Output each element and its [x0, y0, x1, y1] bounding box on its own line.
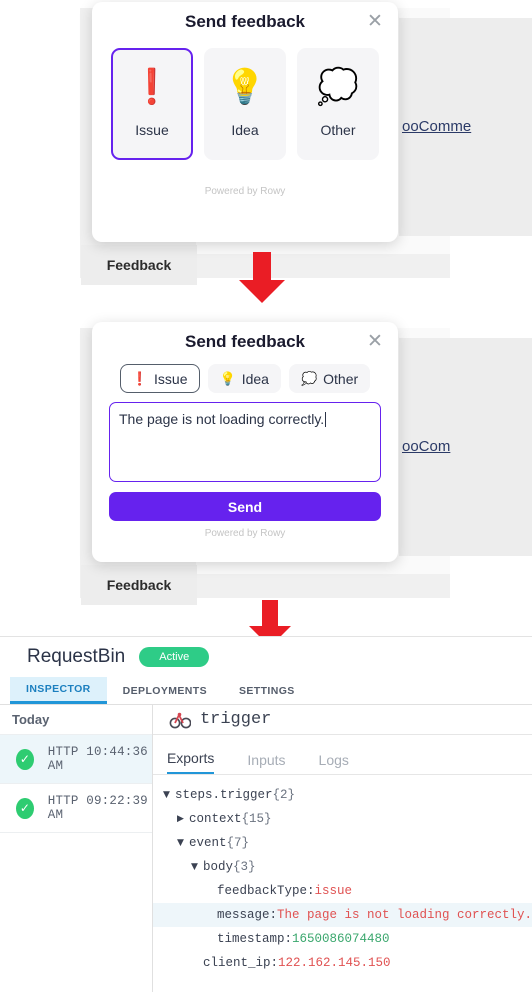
- down-arrow-1: [237, 252, 287, 304]
- step-name: trigger: [199, 710, 272, 729]
- feedback-chip-other[interactable]: 💭 Other: [288, 364, 371, 393]
- feedback-chip-idea[interactable]: 💡 Idea: [207, 364, 281, 393]
- background-partial-link[interactable]: ooComme: [402, 118, 471, 135]
- triangle-down-icon[interactable]: ▼: [191, 862, 203, 872]
- json-tree-row[interactable]: ▼ steps.trigger {2}: [153, 783, 532, 807]
- json-tree-row: client_ip: 122.162.145.150: [153, 951, 532, 975]
- json-tree-row[interactable]: ▶ context {15}: [153, 807, 532, 831]
- json-tree-row[interactable]: ▼ body {3}: [153, 855, 532, 879]
- json-tree-row: feedbackType: issue: [153, 879, 532, 903]
- check-circle-icon: ✓: [16, 748, 34, 770]
- send-feedback-dialog-step2: Send feedback ✕ ❗ Issue 💡 Idea 💭 Other T…: [92, 322, 398, 562]
- dialog-title: Send feedback: [185, 12, 305, 31]
- feedback-chip-label-issue: Issue: [154, 370, 188, 387]
- json-tree-row: message: The page is not loading correct…: [152, 903, 532, 927]
- json-value: The page is not loading correctly.: [276, 907, 532, 922]
- json-count: {7}: [226, 835, 249, 850]
- json-key: feedbackType:: [216, 883, 315, 898]
- send-feedback-dialog-step1: Send feedback ✕ ❗ Issue 💡 Idea 💭 Other P…: [92, 2, 398, 242]
- light-bulb-icon: 💡: [219, 370, 236, 386]
- powered-by-label: Powered by Rowy: [204, 528, 286, 539]
- check-circle-icon: ✓: [16, 797, 34, 819]
- tab-inspector[interactable]: INSPECTOR: [10, 677, 107, 704]
- feedback-type-card-other[interactable]: 💭 Other: [297, 48, 379, 160]
- dialog-title-row: Send feedback ✕: [92, 322, 398, 362]
- tab-deployments[interactable]: DEPLOYMENTS: [107, 677, 223, 704]
- requestbin-tabbar: INSPECTOR DEPLOYMENTS SETTINGS: [0, 677, 532, 705]
- dialog-title: Send feedback: [185, 332, 305, 351]
- feedback-tab-button[interactable]: Feedback: [81, 565, 197, 605]
- webhook-icon: [169, 712, 191, 728]
- feedback-chip-label-other: Other: [323, 370, 359, 387]
- feedback-tab-button[interactable]: Feedback: [81, 245, 197, 285]
- json-value: 122.162.145.150: [277, 955, 391, 970]
- thought-balloon-icon: 💭: [316, 68, 360, 106]
- exclamation-mark-icon: ❗: [130, 68, 174, 106]
- dialog-title-row: Send feedback ✕: [92, 2, 398, 42]
- request-item-label: HTTP 09:22:39 AM: [47, 794, 148, 822]
- request-list-item[interactable]: ✓ HTTP 10:44:36 AM: [0, 735, 152, 784]
- json-tree-viewer: ▼ steps.trigger {2} ▶ context {15} ▼ event {7…: [152, 775, 532, 975]
- feedback-type-card-issue[interactable]: ❗ Issue: [111, 48, 193, 160]
- triangle-down-icon[interactable]: ▼: [177, 838, 189, 848]
- send-button[interactable]: Send: [109, 492, 381, 521]
- close-icon[interactable]: ✕: [366, 12, 384, 31]
- text-caret: [325, 412, 327, 427]
- requestbin-header: RequestBin Active: [0, 637, 532, 677]
- json-key: timestamp:: [216, 931, 292, 946]
- triangle-right-icon[interactable]: ▶: [177, 814, 189, 824]
- json-value: issue: [314, 883, 352, 898]
- tab-settings[interactable]: SETTINGS: [223, 677, 311, 704]
- json-key: event: [188, 835, 227, 850]
- json-count: {3}: [232, 859, 256, 874]
- request-group-label: Today: [0, 705, 152, 735]
- json-key: context: [188, 811, 242, 826]
- feedback-message-input[interactable]: The page is not loading correctly.: [109, 402, 381, 482]
- exclamation-mark-icon: ❗: [131, 370, 149, 386]
- feedback-type-label-other: Other: [320, 122, 356, 138]
- close-icon[interactable]: ✕: [366, 332, 384, 351]
- triangle-down-icon[interactable]: ▼: [163, 790, 175, 800]
- subtab-exports[interactable]: Exports: [166, 750, 215, 774]
- json-count: {15}: [241, 811, 272, 826]
- inspector-main-panel: trigger Exports Inputs Logs ▼ steps.trigg…: [152, 705, 532, 992]
- json-key: body: [202, 859, 233, 874]
- inspector-subtabs: Exports Inputs Logs: [152, 735, 532, 775]
- feedback-type-cards: ❗ Issue 💡 Idea 💭 Other: [92, 48, 398, 160]
- subtab-inputs[interactable]: Inputs: [247, 752, 285, 774]
- feedback-message-value: The page is not loading correctly.: [119, 411, 325, 427]
- json-key: message:: [216, 907, 277, 922]
- requestbin-app: RequestBin Active INSPECTOR DEPLOYMENTS …: [0, 636, 532, 992]
- feedback-type-card-idea[interactable]: 💡 Idea: [204, 48, 286, 160]
- background-partial-link[interactable]: ooCom: [402, 438, 450, 455]
- feedback-type-label-idea: Idea: [231, 122, 259, 138]
- json-tree-row: timestamp: 1650086074480: [153, 927, 532, 951]
- json-key: steps.trigger: [174, 787, 273, 802]
- light-bulb-icon: 💡: [223, 68, 267, 106]
- json-tree-row[interactable]: ▼ event {7}: [153, 831, 532, 855]
- step-2-filled-dialog: ooCom Feedback Send feedback ✕ ❗ Issue 💡…: [0, 320, 532, 620]
- feedback-chip-label-idea: Idea: [241, 370, 269, 387]
- status-badge: Active: [139, 647, 210, 667]
- subtab-logs[interactable]: Logs: [319, 752, 349, 774]
- feedback-type-label-issue: Issue: [135, 122, 169, 138]
- json-value: 1650086074480: [291, 931, 390, 946]
- request-list-item[interactable]: ✓ HTTP 09:22:39 AM: [0, 784, 152, 833]
- feedback-type-chips: ❗ Issue 💡 Idea 💭 Other: [92, 364, 398, 393]
- json-count: {2}: [272, 787, 295, 802]
- step-header: trigger: [152, 705, 532, 735]
- json-key: client_ip:: [202, 955, 278, 970]
- powered-by-label: Powered by Rowy: [204, 186, 286, 197]
- requestbin-body: Today ✓ HTTP 10:44:36 AM ✓ HTTP 09:22:39…: [0, 705, 532, 992]
- request-list-sidebar: Today ✓ HTTP 10:44:36 AM ✓ HTTP 09:22:39…: [0, 705, 153, 992]
- thought-balloon-icon: 💭: [300, 370, 318, 386]
- request-item-label: HTTP 10:44:36 AM: [47, 745, 148, 773]
- app-title: RequestBin: [27, 646, 126, 667]
- feedback-chip-issue[interactable]: ❗ Issue: [119, 364, 200, 393]
